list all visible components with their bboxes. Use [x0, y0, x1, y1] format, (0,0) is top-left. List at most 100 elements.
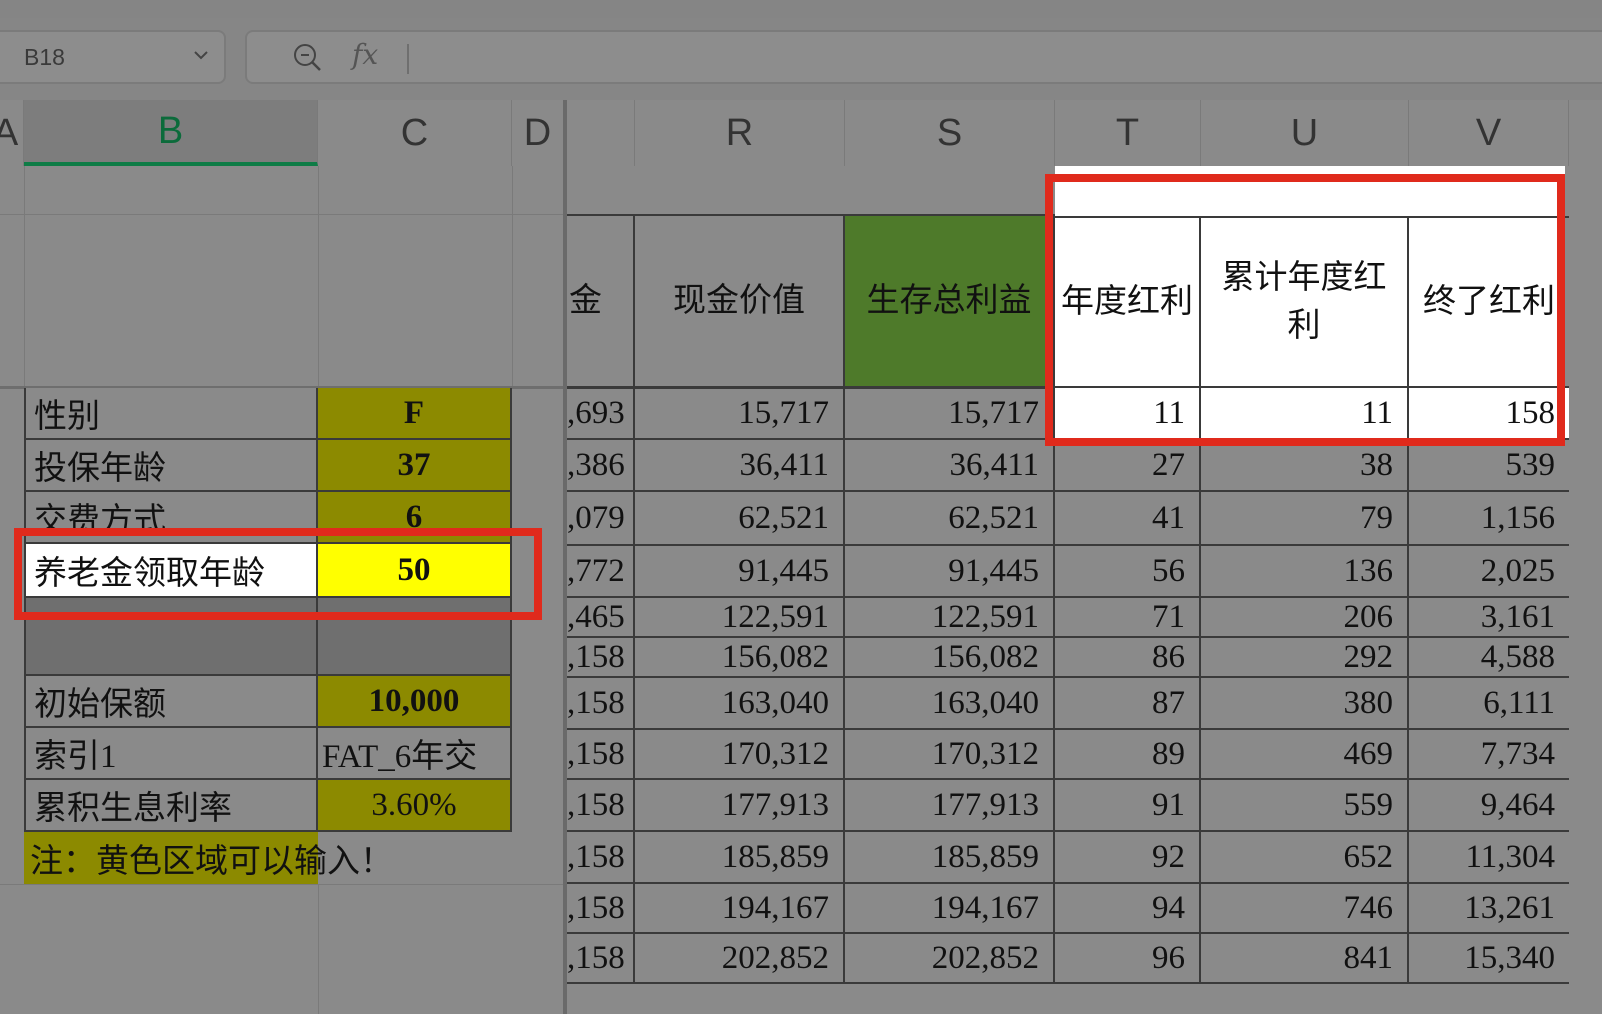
- table-cell-r[interactable]: 36,411: [635, 440, 845, 492]
- table-cell-r[interactable]: 163,040: [635, 678, 845, 730]
- table-cell-p[interactable]: ,158: [567, 934, 635, 984]
- table-cell-s[interactable]: 177,913: [845, 780, 1055, 832]
- table-cell-v[interactable]: 158: [1409, 388, 1569, 440]
- table-cell-r[interactable]: 185,859: [635, 832, 845, 884]
- table-cell-r[interactable]: 91,445: [635, 546, 845, 598]
- param-value[interactable]: 3.60%: [318, 780, 512, 832]
- column-header-a[interactable]: A: [0, 100, 24, 166]
- table-cell-p[interactable]: ,158: [567, 638, 635, 678]
- table-cell-s[interactable]: 62,521: [845, 492, 1055, 546]
- table-cell-s[interactable]: 91,445: [845, 546, 1055, 598]
- table-cell-r[interactable]: 156,082: [635, 638, 845, 678]
- param-label[interactable]: [24, 598, 318, 676]
- param-label[interactable]: 初始保额: [24, 676, 318, 728]
- table-cell-p[interactable]: ,079: [567, 492, 635, 546]
- table-cell-u[interactable]: 469: [1201, 730, 1409, 780]
- table-cell-p[interactable]: ,386: [567, 440, 635, 492]
- table-cell-v[interactable]: 13,261: [1409, 884, 1569, 934]
- table-cell-p[interactable]: ,158: [567, 678, 635, 730]
- table-cell-p[interactable]: ,693: [567, 388, 635, 440]
- table-cell-p[interactable]: ,465: [567, 598, 635, 638]
- table-cell-t[interactable]: 92: [1055, 832, 1201, 884]
- table-cell-r[interactable]: 62,521: [635, 492, 845, 546]
- table-cell-u[interactable]: 652: [1201, 832, 1409, 884]
- chevron-down-icon[interactable]: [192, 46, 210, 64]
- table-cell-r[interactable]: 15,717: [635, 388, 845, 440]
- column-header-s[interactable]: S: [845, 100, 1055, 166]
- table-cell-u[interactable]: 38: [1201, 440, 1409, 492]
- table-cell-p[interactable]: ,158: [567, 730, 635, 780]
- column-header-r[interactable]: R: [635, 100, 845, 166]
- column-header-b[interactable]: B: [24, 100, 318, 166]
- table-cell-r[interactable]: 170,312: [635, 730, 845, 780]
- table-cell-u[interactable]: 206: [1201, 598, 1409, 638]
- table-cell-s[interactable]: 15,717: [845, 388, 1055, 440]
- param-value[interactable]: 37: [318, 440, 512, 492]
- table-cell-s[interactable]: 194,167: [845, 884, 1055, 934]
- table-cell-t[interactable]: 11: [1055, 388, 1201, 440]
- table-cell-t[interactable]: 86: [1055, 638, 1201, 678]
- column-header-c[interactable]: C: [318, 100, 512, 166]
- table-cell-s[interactable]: 36,411: [845, 440, 1055, 492]
- column-header-v[interactable]: V: [1409, 100, 1569, 166]
- column-header-u[interactable]: U: [1201, 100, 1409, 166]
- table-cell-t[interactable]: 91: [1055, 780, 1201, 832]
- table-cell-p[interactable]: ,158: [567, 884, 635, 934]
- table-cell-p[interactable]: ,158: [567, 832, 635, 884]
- column-header-q[interactable]: [567, 100, 635, 166]
- param-value[interactable]: 10,000: [318, 676, 512, 728]
- table-cell-t[interactable]: 87: [1055, 678, 1201, 730]
- zoom-icon[interactable]: [292, 42, 324, 74]
- param-label[interactable]: 交费方式: [24, 492, 318, 544]
- table-cell-v[interactable]: 6,111: [1409, 678, 1569, 730]
- table-cell-u[interactable]: 746: [1201, 884, 1409, 934]
- table-cell-v[interactable]: 539: [1409, 440, 1569, 492]
- table-cell-u[interactable]: 841: [1201, 934, 1409, 984]
- table-cell-t[interactable]: 89: [1055, 730, 1201, 780]
- param-value[interactable]: 50: [318, 544, 512, 598]
- table-cell-v[interactable]: 3,161: [1409, 598, 1569, 638]
- param-label[interactable]: 累积生息利率: [24, 780, 318, 832]
- table-cell-v[interactable]: 1,156: [1409, 492, 1569, 546]
- param-label[interactable]: 索引1: [24, 728, 318, 780]
- table-cell-s[interactable]: 122,591: [845, 598, 1055, 638]
- table-cell-u[interactable]: 11: [1201, 388, 1409, 440]
- table-cell-r[interactable]: 194,167: [635, 884, 845, 934]
- table-cell-t[interactable]: 94: [1055, 884, 1201, 934]
- table-cell-t[interactable]: 27: [1055, 440, 1201, 492]
- table-cell-u[interactable]: 380: [1201, 678, 1409, 730]
- column-header-t[interactable]: T: [1055, 100, 1201, 166]
- table-cell-u[interactable]: 559: [1201, 780, 1409, 832]
- table-cell-v[interactable]: 15,340: [1409, 934, 1569, 984]
- param-value[interactable]: F: [318, 388, 512, 440]
- table-cell-u[interactable]: 136: [1201, 546, 1409, 598]
- function-icon[interactable]: fx: [352, 38, 378, 71]
- table-cell-t[interactable]: 96: [1055, 934, 1201, 984]
- table-cell-p[interactable]: ,158: [567, 780, 635, 832]
- table-cell-v[interactable]: 11,304: [1409, 832, 1569, 884]
- param-label[interactable]: 养老金领取年龄: [24, 544, 318, 598]
- table-cell-u[interactable]: 292: [1201, 638, 1409, 678]
- table-cell-t[interactable]: 71: [1055, 598, 1201, 638]
- table-cell-s[interactable]: 156,082: [845, 638, 1055, 678]
- table-cell-s[interactable]: 170,312: [845, 730, 1055, 780]
- table-cell-r[interactable]: 202,852: [635, 934, 845, 984]
- table-cell-r[interactable]: 122,591: [635, 598, 845, 638]
- table-cell-v[interactable]: 9,464: [1409, 780, 1569, 832]
- formula-input[interactable]: [245, 30, 1602, 84]
- table-cell-p[interactable]: ,772: [567, 546, 635, 598]
- column-header-d[interactable]: D: [512, 100, 564, 166]
- table-cell-s[interactable]: 163,040: [845, 678, 1055, 730]
- table-cell-t[interactable]: 41: [1055, 492, 1201, 546]
- param-label[interactable]: 投保年龄: [24, 440, 318, 492]
- table-cell-s[interactable]: 185,859: [845, 832, 1055, 884]
- param-label[interactable]: 性别: [24, 388, 318, 440]
- table-cell-s[interactable]: 202,852: [845, 934, 1055, 984]
- param-value[interactable]: 6: [318, 492, 512, 544]
- table-cell-r[interactable]: 177,913: [635, 780, 845, 832]
- param-value[interactable]: FAT_6年交: [318, 728, 512, 780]
- table-cell-v[interactable]: 4,588: [1409, 638, 1569, 678]
- table-cell-v[interactable]: 2,025: [1409, 546, 1569, 598]
- table-cell-v[interactable]: 7,734: [1409, 730, 1569, 780]
- param-value[interactable]: [318, 598, 512, 676]
